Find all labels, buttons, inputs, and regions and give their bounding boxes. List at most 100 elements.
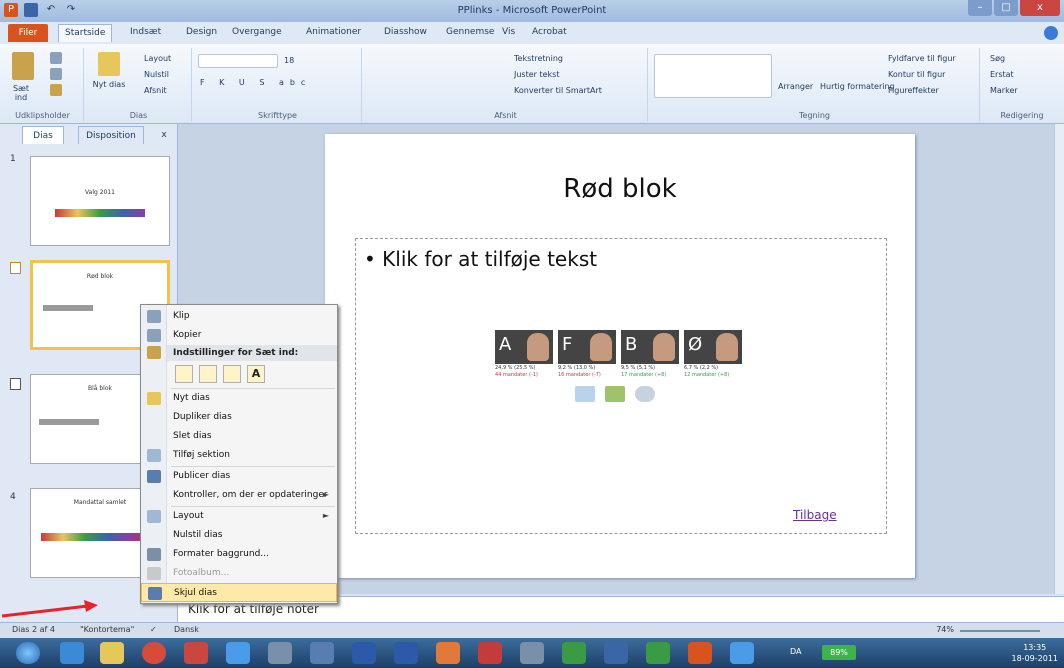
system-clock[interactable]: 13:35 18-09-2011	[1012, 642, 1059, 664]
quick-styles-button[interactable]: Hurtig formatering	[820, 82, 895, 91]
back-link[interactable]: Tilbage	[793, 508, 837, 522]
menu-item-publish-slides[interactable]: Publicer dias	[141, 467, 337, 486]
app-icon[interactable]	[562, 642, 586, 664]
panel-close-button[interactable]: x	[156, 126, 172, 144]
app-icon[interactable]	[520, 642, 544, 664]
menu-item-format-background[interactable]: Formater baggrund...	[141, 545, 337, 564]
menu-item-duplicate-slide[interactable]: Dupliker dias	[141, 408, 337, 427]
tab-view[interactable]: Vis	[502, 27, 515, 37]
find-button[interactable]: Søg	[990, 54, 1005, 63]
background-icon	[147, 548, 161, 561]
paste-text-only-icon[interactable]: A	[247, 365, 265, 383]
menu-item-copy[interactable]: Kopier	[141, 326, 337, 345]
shape-effects-button[interactable]: Figureffekter	[888, 86, 939, 95]
current-slide[interactable]: Rød blok • Klik for at tilføje tekst A 2…	[325, 134, 915, 578]
insert-media-icon[interactable]	[635, 386, 655, 402]
arrange-button[interactable]: Arranger	[778, 82, 813, 91]
bullet-text[interactable]: • Klik for at tilføje tekst	[364, 247, 597, 271]
app-icon[interactable]	[436, 642, 460, 664]
insert-clipart-icon[interactable]	[605, 386, 625, 402]
replace-button[interactable]: Erstat	[990, 70, 1014, 79]
slide-title[interactable]: Rød blok	[325, 174, 915, 204]
menu-item-delete-slide[interactable]: Slet dias	[141, 427, 337, 446]
shape-fill-button[interactable]: Fyldfarve til figur	[888, 54, 956, 63]
menu-item-layout[interactable]: Layout ►	[141, 507, 337, 526]
powerpoint-taskbar-icon[interactable]	[688, 642, 712, 664]
spellcheck-icon[interactable]: ✓	[150, 625, 157, 634]
party-mandates: 16 mandater (-7)	[558, 372, 601, 378]
reset-button[interactable]: Nulstil	[144, 70, 169, 79]
keyboard-language[interactable]: DA	[790, 647, 802, 656]
shapes-gallery[interactable]	[654, 54, 772, 98]
app-icon[interactable]	[478, 642, 502, 664]
format-painter-icon[interactable]	[50, 84, 62, 96]
internet-explorer-icon[interactable]	[60, 642, 84, 664]
tab-slides[interactable]: Dias	[22, 126, 64, 144]
app-icon[interactable]	[310, 642, 334, 664]
new-slide-icon[interactable]	[98, 52, 120, 76]
menu-item-label: Nyt dias	[173, 393, 210, 403]
paste-icon[interactable]	[12, 52, 34, 80]
tab-review[interactable]: Gennemse	[446, 27, 494, 37]
tab-home[interactable]: Startside	[58, 24, 113, 42]
menu-item-hide-slide[interactable]: Skjul dias	[141, 583, 337, 602]
slide-thumbnail-1[interactable]: Valg 2011	[30, 156, 170, 246]
app-icon[interactable]	[268, 642, 292, 664]
layout-button[interactable]: Layout	[144, 54, 171, 63]
tab-animations[interactable]: Animationer	[306, 27, 361, 37]
shape-outline-button[interactable]: Kontur til figur	[888, 70, 945, 79]
paragraph-group-label: Afsnit	[494, 111, 517, 120]
section-button[interactable]: Afsnit	[144, 86, 167, 95]
select-button[interactable]: Marker	[990, 86, 1018, 95]
chrome-icon[interactable]	[142, 642, 166, 664]
slide-number: 1	[10, 154, 16, 164]
zoom-slider[interactable]	[960, 630, 1040, 632]
font-format-buttons[interactable]: F K U S abc	[200, 78, 311, 87]
tab-transitions[interactable]: Overgange	[232, 27, 282, 37]
insert-picture-icon[interactable]	[575, 386, 595, 402]
menu-item-add-section[interactable]: Tilføj sektion	[141, 446, 337, 465]
maximize-button[interactable]: □	[994, 0, 1018, 16]
tab-insert[interactable]: Indsæt	[130, 27, 161, 37]
party-card: Ø 6,7 % (2,2 %) 12 mandater (+8)	[684, 330, 742, 379]
font-name-box[interactable]	[198, 54, 278, 68]
word-icon[interactable]	[352, 642, 376, 664]
tab-acrobat[interactable]: Acrobat	[532, 27, 567, 37]
tab-design[interactable]: Design	[186, 27, 217, 37]
tab-file[interactable]: Filer	[8, 24, 48, 42]
menu-item-check-updates[interactable]: Kontroller, om der er opdateringer ►	[141, 486, 337, 505]
cut-icon[interactable]	[50, 52, 62, 64]
align-text-button[interactable]: Juster tekst	[514, 70, 559, 79]
help-icon[interactable]	[1044, 26, 1058, 40]
paste-picture-icon[interactable]	[223, 365, 241, 383]
copy-icon[interactable]	[50, 68, 62, 80]
new-slide-label[interactable]: Nyt dias	[92, 80, 126, 89]
convert-smartart-button[interactable]: Konverter til SmartArt	[514, 86, 602, 95]
insert-content-icons	[575, 386, 655, 402]
menu-item-reset-slide[interactable]: Nulstil dias	[141, 526, 337, 545]
tab-slideshow[interactable]: Diasshow	[384, 27, 427, 37]
vertical-scrollbar[interactable]	[1054, 124, 1064, 594]
app-icon[interactable]	[604, 642, 628, 664]
text-direction-button[interactable]: Tekstretning	[514, 54, 563, 63]
font-size-box[interactable]: 18	[284, 56, 294, 65]
party-card: F 9,2 % (13,0 %) 16 mandater (-7)	[558, 330, 616, 379]
menu-item-cut[interactable]: Klip	[141, 307, 337, 326]
app-icon[interactable]	[646, 642, 670, 664]
close-button[interactable]: x	[1020, 0, 1060, 16]
paste-use-destination-icon[interactable]	[175, 365, 193, 383]
battery-indicator[interactable]: 89%	[822, 645, 856, 660]
language-indicator[interactable]: Dansk	[174, 625, 199, 634]
app-icon[interactable]	[394, 642, 418, 664]
file-explorer-icon[interactable]	[100, 642, 124, 664]
start-button-icon[interactable]	[16, 642, 40, 664]
paste-keep-source-icon[interactable]	[199, 365, 217, 383]
zoom-level[interactable]: 74%	[936, 625, 954, 634]
app-icon[interactable]	[730, 642, 754, 664]
menu-item-new-slide[interactable]: Nyt dias	[141, 389, 337, 408]
app-icon[interactable]	[226, 642, 250, 664]
app-icon[interactable]	[184, 642, 208, 664]
tab-outline[interactable]: Disposition	[78, 126, 144, 144]
paste-button-label[interactable]: Sæt ind	[6, 84, 36, 102]
minimize-button[interactable]: –	[968, 0, 992, 16]
